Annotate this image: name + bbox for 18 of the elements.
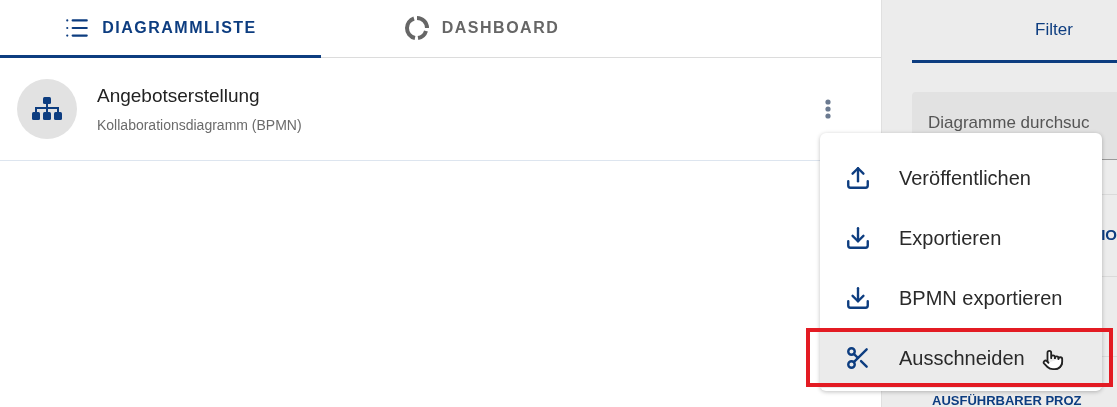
menu-item[interactable]: BPMN exportieren [820,268,1102,328]
section-heading: AUSFÜHRBARER PROZ [932,394,1083,407]
section-heading: IO [1101,225,1117,246]
more-icon [825,99,831,119]
tab[interactable]: DIAGRAMMLISTE [0,0,321,58]
ring-icon [403,14,430,41]
diagram-title: Angebotserstellung [97,84,261,109]
hand-pointer-icon [1042,349,1064,371]
diagram-subtitle: Kollaborationsdiagramm (BPMN) [97,115,302,135]
menu-item[interactable]: Exportieren [820,208,1102,268]
hierarchy-icon [31,97,63,121]
download-icon [845,285,871,311]
scissors-icon [845,345,871,371]
menu-item[interactable]: Veröffentlichen [820,148,1102,208]
download-icon [845,225,871,251]
filter-tab[interactable]: Filter [912,0,1117,63]
upload-icon [845,165,871,191]
tab[interactable]: DASHBOARD [321,0,642,58]
